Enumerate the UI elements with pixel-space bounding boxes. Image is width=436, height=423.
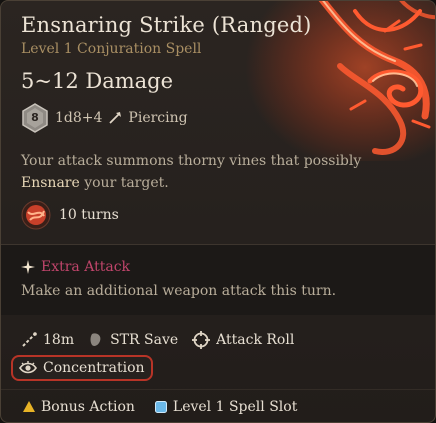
spell-properties-row: 18m STR Save Attack Roll [21,331,294,349]
saving-throw-icon [90,333,101,346]
spell-title: Ensnaring Strike (Ranged) [21,13,312,37]
bonus-action-triangle-icon [23,401,35,412]
ensnared-condition-icon [21,200,51,230]
attack-roll-value: Attack Roll [216,332,295,348]
damage-dice-row: 8 1d8+4 Piercing [21,103,188,133]
range-icon [22,332,37,347]
save-value: STR Save [110,332,179,348]
attack-roll-property: Attack Roll [192,331,294,349]
cost-footer: Bonus Action Level 1 Spell Slot [1,389,435,422]
concentration-badge: Concentration [11,355,153,381]
spell-level-school: Level 1 Conjuration Spell [21,41,202,57]
extra-attack-header: Extra Attack [21,259,130,275]
range-value: 18m [43,332,75,348]
range-property: 18m [21,332,74,348]
piercing-arrow-icon [109,112,122,124]
spell-slot-icon [154,400,167,413]
concentration-label: Concentration [43,360,145,376]
spell-slot-cost: Level 1 Spell Slot [154,398,298,415]
spell-slot-label: Level 1 Spell Slot [172,398,298,415]
bonus-action-cost: Bonus Action [23,399,135,415]
d8-die-icon: 8 [21,103,49,133]
spell-tooltip: Ensnaring Strike (Ranged) Level 1 Conjur… [0,0,436,423]
description-text-end: your target. [79,175,169,191]
extra-attack-description: Make an additional weapon attack this tu… [21,283,337,299]
description-text: Your attack summons thorny vines that po… [21,153,362,169]
damage-dice: 1d8+4 [55,110,103,126]
save-property: STR Save [88,332,178,348]
concentration-eye-icon [19,361,37,374]
bonus-action-label: Bonus Action [41,398,135,415]
die-label: 8 [31,111,39,124]
damage-range: 5~12 Damage [21,69,174,93]
extra-attack-title: Extra Attack [41,259,131,275]
duration-text: 10 turns [59,207,119,223]
ensnare-keyword-link[interactable]: Ensnare [21,175,80,191]
spell-description: Your attack summons thorny vines that po… [21,150,411,194]
crosshair-icon [192,331,211,349]
sparkle-icon [21,260,35,274]
duration-row: 10 turns [21,200,119,230]
extra-attack-panel: Extra Attack Make an additional weapon a… [1,245,435,315]
damage-type: Piercing [128,110,188,126]
